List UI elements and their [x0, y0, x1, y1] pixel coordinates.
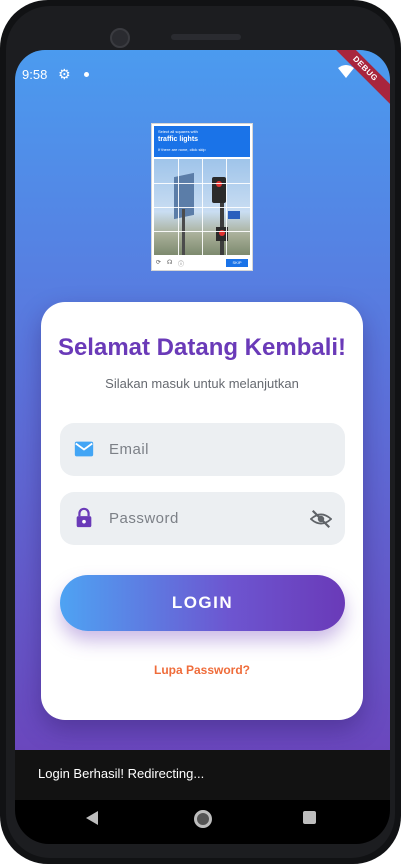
captcha-instruction: Select all squares with: [158, 129, 198, 134]
password-field[interactable]: [60, 492, 345, 545]
captcha-image: Select all squares with traffic lights I…: [151, 123, 253, 271]
app-screen: 9:58 ⚙ DEBUG Select all squares with tra…: [15, 50, 390, 750]
grid-line: [154, 183, 250, 184]
status-bar: 9:58 ⚙ DEBUG: [15, 50, 390, 113]
settings-gear-icon: ⚙: [58, 66, 71, 82]
login-card: Selamat Datang Kembali! Silakan masuk un…: [41, 302, 363, 720]
info-icon: ⓘ: [178, 262, 185, 268]
traffic-light-red: [216, 181, 222, 187]
forgot-password-link[interactable]: Lupa Password?: [41, 663, 363, 677]
captcha-target: traffic lights: [158, 136, 199, 143]
snackbar-message: Login Berhasil! Redirecting...: [38, 766, 205, 781]
snackbar: Login Berhasil! Redirecting...: [15, 750, 390, 800]
captcha-footer: ⟳ ☊ ⓘ SKIP: [154, 257, 250, 269]
phone-frame: 9:58 ⚙ DEBUG Select all squares with tra…: [0, 0, 401, 864]
status-time: 9:58: [22, 67, 48, 82]
sign-pole: [182, 209, 185, 255]
speaker-grille: [171, 34, 241, 40]
lock-icon: [76, 507, 92, 528]
welcome-title: Selamat Datang Kembali!: [57, 334, 347, 361]
email-icon: [74, 441, 94, 457]
wifi-icon: [338, 65, 354, 78]
captcha-header: Select all squares with traffic lights I…: [154, 126, 250, 157]
notification-dot-icon: [84, 72, 89, 77]
street-sign: [228, 211, 240, 219]
back-icon[interactable]: [85, 810, 99, 826]
captcha-hint: If there are none, click skip: [158, 147, 206, 152]
email-field[interactable]: [60, 423, 345, 476]
headphones-icon: ☊: [167, 260, 173, 266]
login-button[interactable]: LOGIN: [60, 575, 345, 631]
visibility-off-icon[interactable]: [310, 508, 332, 530]
grid-line: [154, 231, 250, 232]
welcome-subtitle: Silakan masuk untuk melanjutkan: [105, 376, 299, 391]
captcha-skip-button: SKIP: [226, 259, 248, 267]
home-icon[interactable]: [194, 810, 212, 828]
grid-line: [154, 207, 250, 208]
recents-icon[interactable]: [303, 811, 316, 824]
system-nav-bar: [15, 800, 390, 844]
captcha-grid: [154, 159, 250, 255]
camera-icon: [110, 28, 130, 48]
reload-icon: ⟳: [156, 260, 162, 266]
password-input[interactable]: [109, 492, 299, 545]
email-input[interactable]: [109, 423, 299, 476]
debug-banner: DEBUG: [321, 50, 390, 113]
